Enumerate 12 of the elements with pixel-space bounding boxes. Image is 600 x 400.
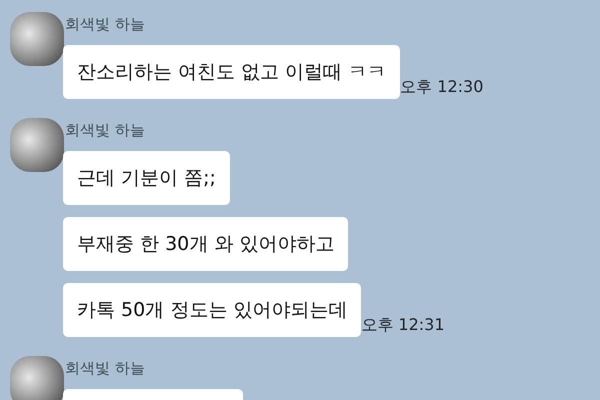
message-bubble: 근데 기분이 쫌;; [63,151,230,205]
message-time: 오후 12:30 [400,76,484,98]
sender-name: 회색빛 하늘 [65,358,146,378]
avatar-photo-placeholder [10,356,64,400]
avatar-photo-placeholder [10,118,64,172]
sender-name: 회색빛 하늘 [65,120,146,140]
message-time: 오후 12:31 [361,314,444,336]
message-bubble: 잔소리하는 여친도 없고 이럴때 ㅋㅋ [63,45,400,99]
avatar-photo-placeholder [10,12,64,66]
message-bubble: 부재중 한 30개 와 있어야하고 [63,217,348,271]
message-bubble: 카톡 50개 정도는 있어야되는데 [63,283,362,337]
sender-name: 회색빛 하늘 [65,14,146,34]
